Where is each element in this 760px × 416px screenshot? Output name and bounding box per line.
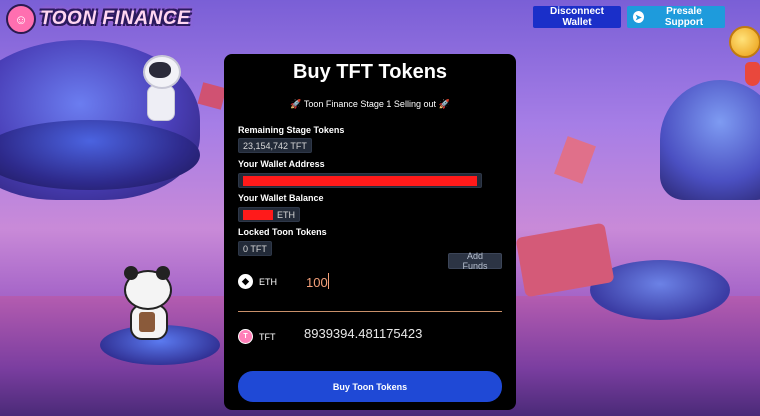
text-caret (328, 273, 329, 289)
wallet-balance-value: ETH (238, 207, 300, 222)
mushroom-right-decoration (660, 80, 760, 200)
buy-toon-tokens-button[interactable]: Buy Toon Tokens (238, 371, 502, 402)
redacted-wallet-address (243, 175, 477, 186)
disconnect-wallet-button[interactable]: Disconnect Wallet (533, 6, 621, 28)
wallet-balance-unit: ETH (277, 209, 295, 220)
logo-text: TOON FINANCE (40, 8, 191, 29)
telegram-icon: ➤ (633, 11, 644, 23)
locked-tokens-value: 0 TFT (238, 241, 272, 256)
eth-amount-input[interactable] (304, 272, 498, 292)
coin-icon (729, 26, 760, 58)
rock-decoration (554, 136, 596, 184)
wallet-address-label: Your Wallet Address (238, 159, 325, 169)
tft-row: T TFT (238, 329, 276, 344)
panda-illustration (122, 266, 172, 340)
redacted-balance (243, 209, 273, 220)
remaining-tokens-label: Remaining Stage Tokens (238, 125, 345, 135)
panel-title: Buy TFT Tokens (292, 61, 448, 83)
eth-row: ◆ ETH (238, 274, 277, 289)
presale-support-button[interactable]: ➤ Presale Support (627, 6, 725, 28)
input-divider (238, 311, 502, 312)
wallet-address-value (238, 173, 482, 188)
stage-note: 🚀 Toon Finance Stage 1 Selling out 🚀 (290, 99, 450, 109)
eth-label: ETH (259, 276, 277, 287)
astronaut-illustration (135, 55, 185, 125)
buy-panel: Buy TFT Tokens 🚀 Toon Finance Stage 1 Se… (224, 54, 516, 410)
tft-label: TFT (259, 331, 276, 342)
toon-face-icon: ☺ (6, 4, 36, 34)
tft-amount-output: 8939394.481175423 (304, 326, 423, 341)
rock-decoration (197, 82, 227, 110)
locked-tokens-label: Locked Toon Tokens (238, 227, 327, 237)
toon-token-icon: T (238, 329, 253, 344)
presale-support-label: Presale Support (664, 6, 704, 28)
ethereum-icon: ◆ (238, 274, 253, 289)
remaining-tokens-value: 23,154,742 TFT (238, 138, 312, 153)
shield-icon (745, 62, 760, 86)
wallet-balance-label: Your Wallet Balance (238, 193, 324, 203)
add-funds-button[interactable]: Add Funds (448, 251, 502, 271)
site-logo[interactable]: ☺ TOON FINANCE (6, 4, 190, 34)
